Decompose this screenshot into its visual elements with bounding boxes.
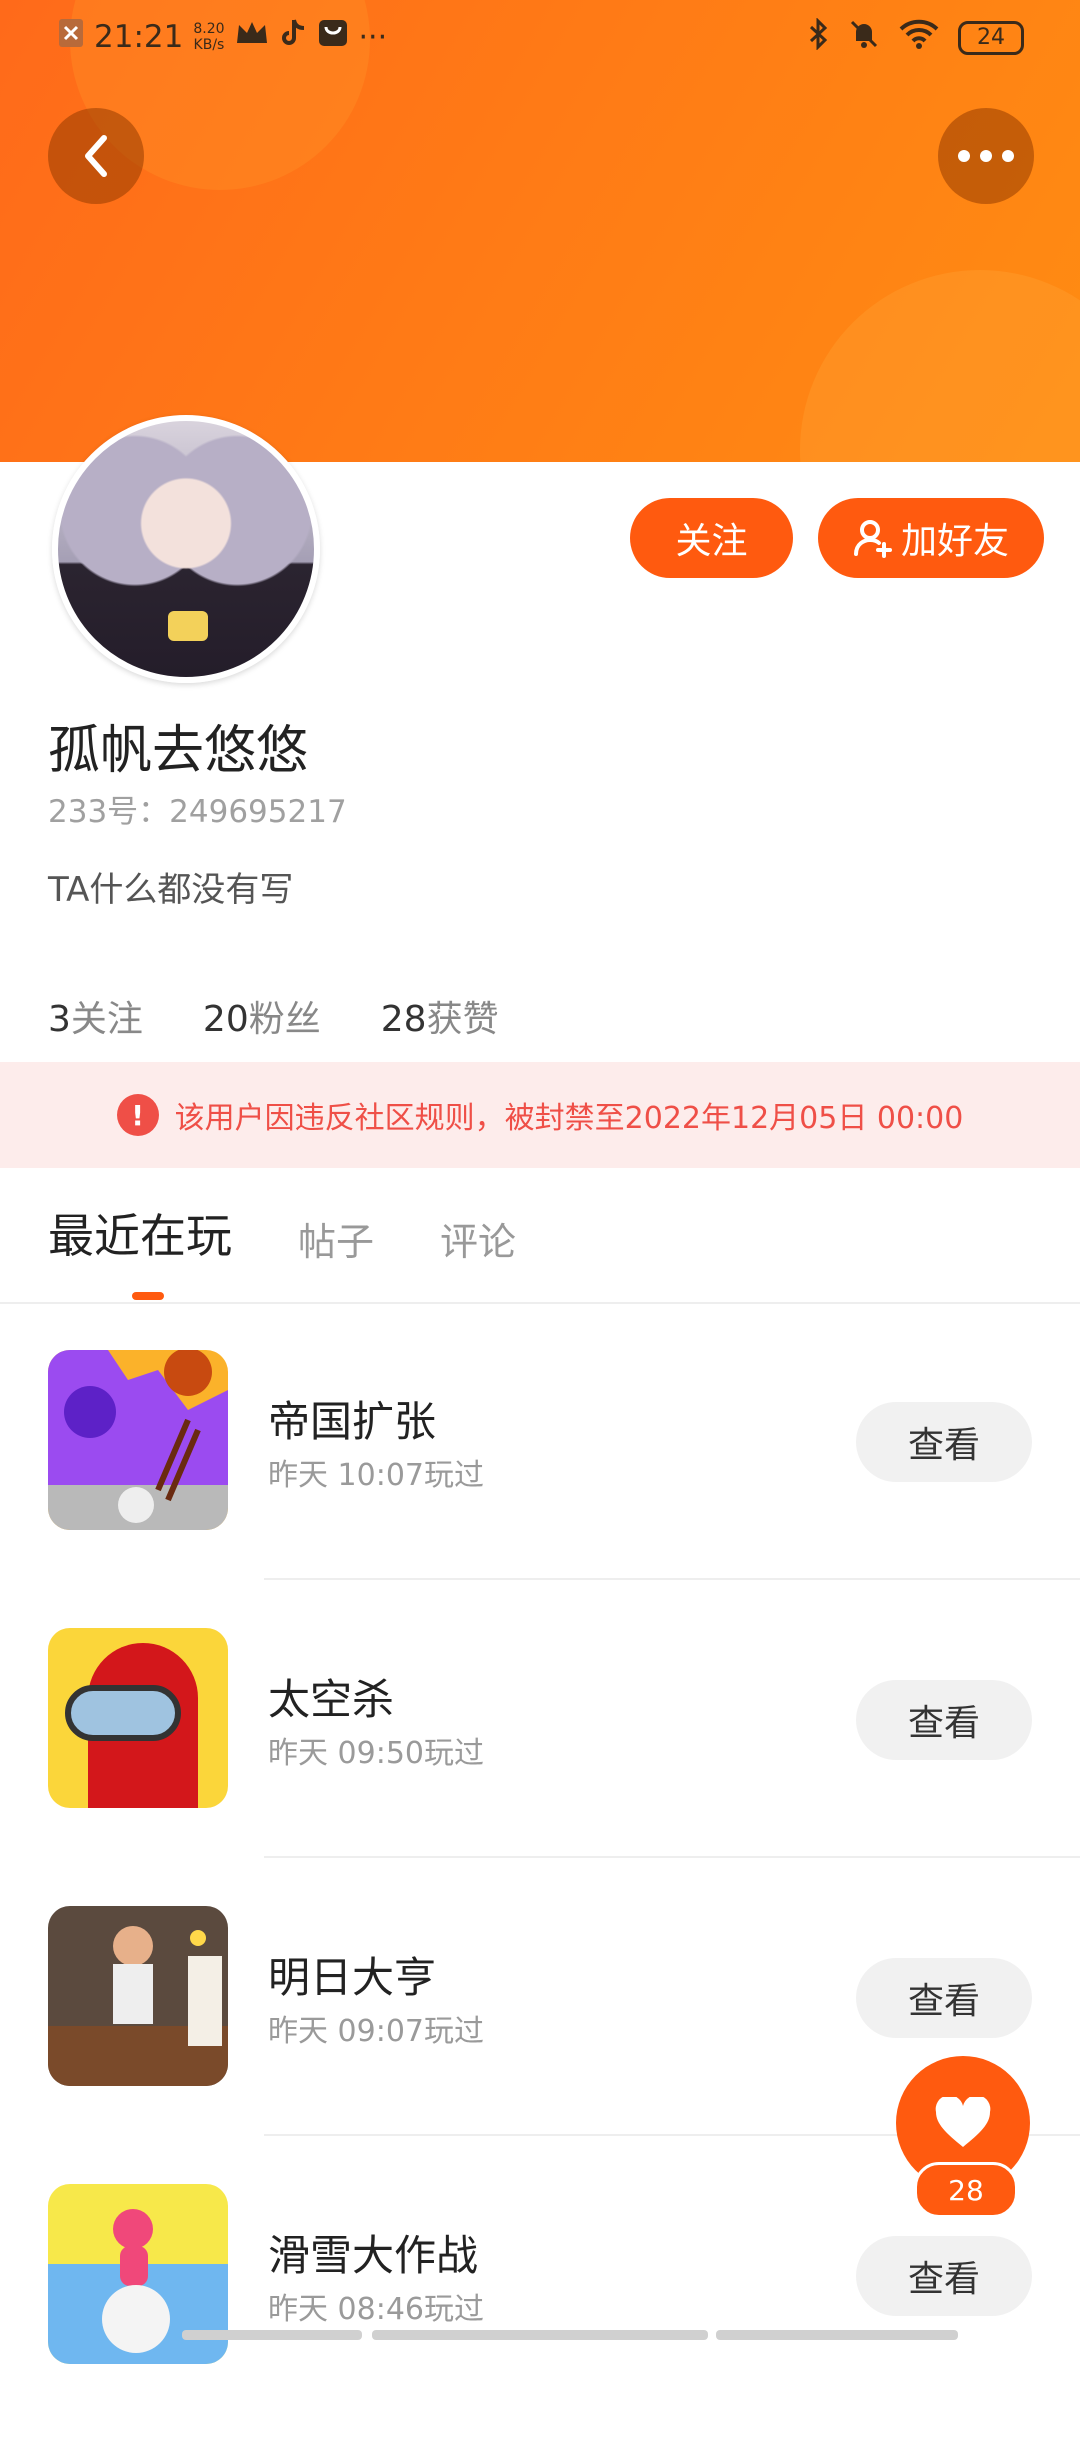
chevron-left-icon (85, 135, 107, 177)
stat-following[interactable]: 3关注 (48, 990, 143, 1042)
game-last-played: 昨天 09:50玩过 (268, 1736, 484, 1771)
back-button[interactable] (48, 108, 144, 204)
view-button[interactable]: 查看 (856, 2236, 1032, 2316)
tiktok-icon (279, 18, 307, 56)
bell-muted-icon (848, 18, 880, 58)
game-last-played: 昨天 10:07玩过 (268, 1458, 484, 1493)
add-friend-button[interactable]: 加好友 (818, 498, 1044, 578)
row-divider (264, 1856, 1080, 1858)
follow-button[interactable]: 关注 (630, 498, 793, 578)
list-item[interactable]: 滑雪大作战 昨天 08:46玩过 查看 (0, 2184, 1080, 2464)
wifi-icon (898, 18, 940, 58)
like-count-badge: 28 (914, 2162, 1018, 2218)
tab-posts[interactable]: 帖子 (298, 1211, 374, 1266)
view-button[interactable]: 查看 (856, 1958, 1032, 2038)
scroll-hint (716, 2330, 958, 2340)
network-speed: 8.20 KB/s (193, 21, 225, 53)
stat-followers[interactable]: 20粉丝 (203, 990, 321, 1042)
view-button[interactable]: 查看 (856, 1402, 1032, 1482)
game-last-played: 昨天 09:07玩过 (268, 2014, 484, 2049)
game-title: 滑雪大作战 (268, 2231, 479, 2280)
profile-bio: TA什么都没有写 (48, 870, 294, 910)
tab-divider (0, 1302, 1080, 1304)
more-button[interactable] (938, 108, 1034, 204)
stat-likes[interactable]: 28获赞 (381, 990, 499, 1042)
game-title: 帝国扩张 (268, 1397, 437, 1446)
status-bar: 21:21 8.20 KB/s ··· 24 (0, 0, 1080, 84)
shopping-bag-icon (317, 18, 349, 56)
profile-uid: 233号：249695217 (48, 794, 347, 830)
status-more: ··· (358, 19, 388, 55)
heart-icon (935, 2097, 991, 2147)
list-item[interactable]: 帝国扩张 昨天 10:07玩过 查看 (0, 1350, 1080, 1630)
crown-icon (235, 19, 269, 55)
bluetooth-icon (808, 17, 830, 58)
ban-notice-text: 该用户因违反社区规则，被封禁至2022年12月05日 00:00 (174, 1101, 964, 1136)
more-horizontal-icon (958, 150, 1014, 162)
ban-notice: ! 该用户因违反社区规则，被封禁至2022年12月05日 00:00 (0, 1062, 1080, 1168)
tab-indicator (132, 1292, 164, 1300)
list-item[interactable]: 太空杀 昨天 09:50玩过 查看 (0, 1628, 1080, 1908)
profile-tabs: 最近在玩 帖子 评论 (48, 1200, 516, 1266)
row-divider (264, 1578, 1080, 1580)
tab-comments[interactable]: 评论 (440, 1211, 516, 1266)
banner-decoration (800, 270, 1080, 462)
view-button[interactable]: 查看 (856, 1680, 1032, 1760)
game-thumbnail (48, 1628, 228, 1808)
add-friend-icon (853, 520, 892, 558)
status-time: 21:21 (94, 19, 184, 55)
battery-indicator: 24 (958, 21, 1024, 55)
follow-label: 关注 (675, 521, 748, 562)
alert-icon: ! (116, 1094, 159, 1136)
notification-icon (58, 18, 84, 56)
add-friend-label: 加好友 (900, 521, 1009, 562)
game-thumbnail (48, 1350, 228, 1530)
tab-recently-played[interactable]: 最近在玩 (48, 1200, 232, 1266)
game-title: 明日大亨 (268, 1953, 437, 2002)
avatar-decoration (168, 611, 208, 641)
scroll-hint (182, 2330, 362, 2340)
game-thumbnail (48, 1906, 228, 2086)
avatar[interactable] (52, 415, 320, 683)
profile-stats: 3关注 20粉丝 28获赞 (48, 990, 499, 1042)
scroll-hint (372, 2330, 708, 2340)
game-last-played: 昨天 08:46玩过 (268, 2292, 484, 2327)
game-title: 太空杀 (268, 1675, 395, 1724)
profile-name: 孤帆去悠悠 (48, 721, 309, 781)
